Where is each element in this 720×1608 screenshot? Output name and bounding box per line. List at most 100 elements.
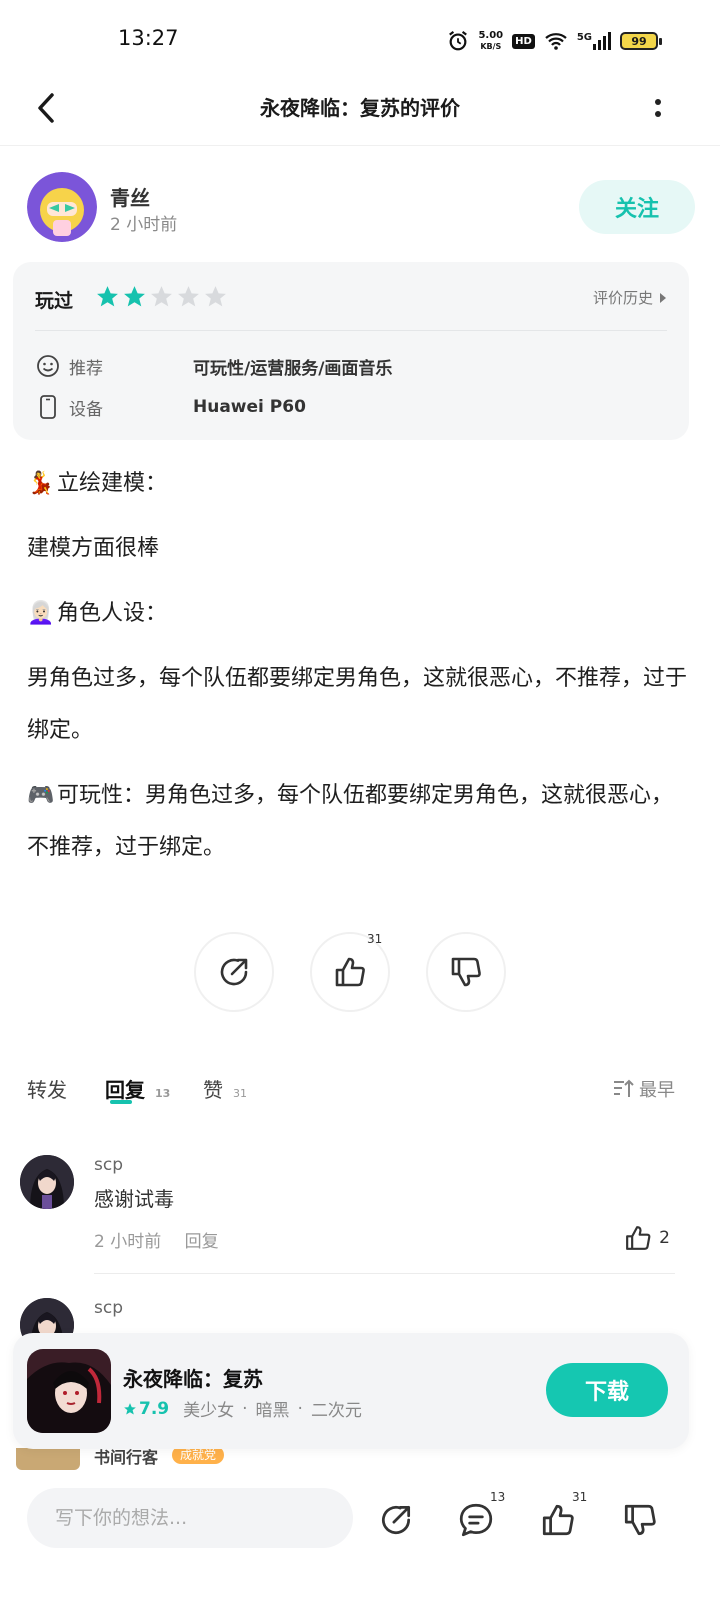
review-info-card: 玩过 评价历史 推荐 可玩性/运营服务/画面音乐 设备 Huawei P60 bbox=[13, 262, 689, 440]
gamepad-emoji: 🎮 bbox=[27, 783, 55, 808]
share-icon bbox=[381, 1505, 411, 1535]
reply-like-button[interactable]: 2 bbox=[623, 1223, 670, 1253]
sort-label: 最早 bbox=[639, 1080, 675, 1101]
hd-badge: HD bbox=[512, 33, 535, 49]
status-bar: 13:27 5.00 KB/S HD 5G 99 bbox=[0, 0, 720, 80]
like-button[interactable]: 31 bbox=[310, 932, 390, 1012]
caret-right-icon bbox=[660, 292, 666, 303]
tag-separator: · bbox=[242, 1398, 248, 1419]
author-name[interactable]: 青丝 bbox=[110, 182, 150, 211]
review-actions: 31 bbox=[194, 932, 506, 1012]
star-filled-icon bbox=[97, 286, 118, 307]
more-button[interactable] bbox=[646, 88, 670, 128]
tab-like[interactable]: 赞 31 bbox=[203, 1074, 247, 1103]
bottom-comment-button[interactable]: 13 bbox=[454, 1490, 505, 1542]
star-empty-icon bbox=[178, 286, 199, 307]
review-paragraph: 建模方面很棒 bbox=[27, 536, 160, 561]
status-time: 13:27 bbox=[118, 26, 179, 50]
reply-item: scp 感谢试毒 2 小时前 回复 2 bbox=[20, 1155, 675, 1275]
played-label: 玩过 bbox=[35, 290, 74, 312]
review-paragraph: 👩🏻‍🦳 角色人设： bbox=[27, 588, 687, 640]
thumbs-down-icon bbox=[451, 957, 481, 987]
dancer-emoji: 💃 bbox=[27, 471, 55, 496]
smile-icon bbox=[37, 355, 59, 377]
share-button[interactable] bbox=[194, 932, 274, 1012]
thumbs-up-icon bbox=[542, 1504, 574, 1536]
status-icons: 5.00 KB/S HD 5G 99 bbox=[447, 24, 662, 58]
reply-author-name[interactable]: scp bbox=[94, 1298, 123, 1318]
sort-button[interactable]: 最早 bbox=[613, 1076, 675, 1102]
author-avatar[interactable] bbox=[27, 172, 97, 242]
share-icon bbox=[220, 958, 248, 986]
review-author: 青丝 2 小时前 关注 bbox=[27, 172, 695, 244]
battery-indicator: 99 bbox=[620, 32, 662, 50]
game-meta: 7.9 美少女 · 暗黑 · 二次元 bbox=[123, 1396, 362, 1421]
tag-separator: · bbox=[297, 1398, 303, 1419]
character-emoji: 👩🏻‍🦳 bbox=[27, 601, 55, 626]
reply-avatar[interactable] bbox=[20, 1155, 74, 1209]
reply-meta: 2 小时前 回复 bbox=[94, 1227, 237, 1252]
bottom-dislike-button[interactable] bbox=[618, 1498, 662, 1542]
sort-icon bbox=[614, 1079, 634, 1097]
review-paragraph: 🎮 可玩性：男角色过多，每个队伍都要绑定男角色，这就很恶心，不推荐，过于绑定。 bbox=[27, 770, 687, 874]
follow-button[interactable]: 关注 bbox=[579, 180, 695, 234]
review-paragraph: 💃 立绘建模： bbox=[27, 458, 687, 510]
device-label: 设备 bbox=[69, 399, 103, 420]
reply-reply-button[interactable]: 回复 bbox=[185, 1232, 219, 1252]
reply-divider bbox=[94, 1273, 675, 1274]
tab-reply[interactable]: 回复 13 bbox=[105, 1074, 170, 1103]
bottom-share-button[interactable] bbox=[374, 1498, 418, 1542]
interaction-tabs: 转发 回复 13 赞 31 最早 bbox=[27, 1074, 675, 1114]
like-count: 31 bbox=[367, 932, 383, 946]
reply-author-name[interactable]: scp bbox=[94, 1155, 123, 1175]
recommend-label: 推荐 bbox=[69, 358, 103, 379]
reply-like-count: 2 bbox=[659, 1228, 670, 1248]
game-score: 7.9 bbox=[123, 1399, 169, 1419]
review-history-link[interactable]: 评价历史 bbox=[593, 287, 667, 308]
alarm-icon bbox=[449, 30, 468, 51]
review-history-label: 评价历史 bbox=[592, 289, 653, 307]
bottom-action-bar: 13 31 bbox=[0, 1470, 720, 1608]
game-name: 永夜降临：复苏 bbox=[123, 1367, 263, 1391]
game-tag: 二次元 bbox=[310, 1401, 362, 1421]
active-tab-indicator bbox=[110, 1100, 132, 1104]
star-icon bbox=[124, 1402, 136, 1415]
phone-icon bbox=[40, 395, 56, 419]
thumbs-up-icon bbox=[335, 957, 365, 987]
network-speed: 5.00 KB/S bbox=[478, 30, 504, 51]
tab-forward[interactable]: 转发 bbox=[27, 1074, 67, 1103]
reply-avatar[interactable] bbox=[16, 1448, 80, 1470]
wifi-icon bbox=[545, 33, 567, 50]
device-value: Huawei P60 bbox=[193, 397, 306, 417]
game-icon[interactable] bbox=[27, 1349, 111, 1433]
bottom-like-count: 31 bbox=[572, 1490, 588, 1504]
thumbs-up-icon bbox=[626, 1226, 651, 1250]
star-empty-icon bbox=[205, 286, 226, 307]
game-tag: 美少女 bbox=[183, 1401, 235, 1421]
thumbs-down-icon bbox=[624, 1504, 656, 1536]
game-tag: 暗黑 bbox=[255, 1401, 290, 1421]
recommend-row: 推荐 可玩性/运营服务/画面音乐 bbox=[35, 352, 392, 380]
download-button[interactable]: 下载 bbox=[546, 1363, 668, 1417]
signal-5g: 5G bbox=[577, 32, 611, 50]
card-divider bbox=[35, 330, 667, 331]
bottom-like-button[interactable]: 31 bbox=[536, 1490, 587, 1542]
reply-count: 13 bbox=[155, 1087, 171, 1100]
reply-text: 感谢试毒 bbox=[94, 1187, 174, 1211]
dislike-button[interactable] bbox=[426, 932, 506, 1012]
review-paragraph: 男角色过多，每个队伍都要绑定男角色，这就很恶心，不推荐，过于绑定。 bbox=[27, 666, 688, 743]
comment-input[interactable] bbox=[27, 1488, 353, 1548]
top-nav: 永夜降临：复苏的评价 bbox=[0, 80, 720, 146]
star-filled-icon bbox=[124, 286, 145, 307]
review-content: 💃 立绘建模： 建模方面很棒 👩🏻‍🦳 角色人设： 男角色过多，每个队伍都要绑定男角… bbox=[27, 458, 687, 887]
like-tab-count: 31 bbox=[233, 1087, 247, 1100]
reply-time: 2 小时前 bbox=[94, 1232, 162, 1252]
comment-icon bbox=[459, 1503, 493, 1537]
star-rating bbox=[95, 284, 228, 309]
bottom-comment-count: 13 bbox=[490, 1490, 506, 1504]
more-vertical-icon bbox=[655, 99, 661, 117]
device-row: 设备 Huawei P60 bbox=[35, 393, 306, 421]
star-empty-icon bbox=[151, 286, 172, 307]
signal-icon bbox=[593, 32, 611, 50]
game-card[interactable]: 永夜降临：复苏 7.9 美少女 · 暗黑 · 二次元 下载 bbox=[13, 1333, 689, 1449]
